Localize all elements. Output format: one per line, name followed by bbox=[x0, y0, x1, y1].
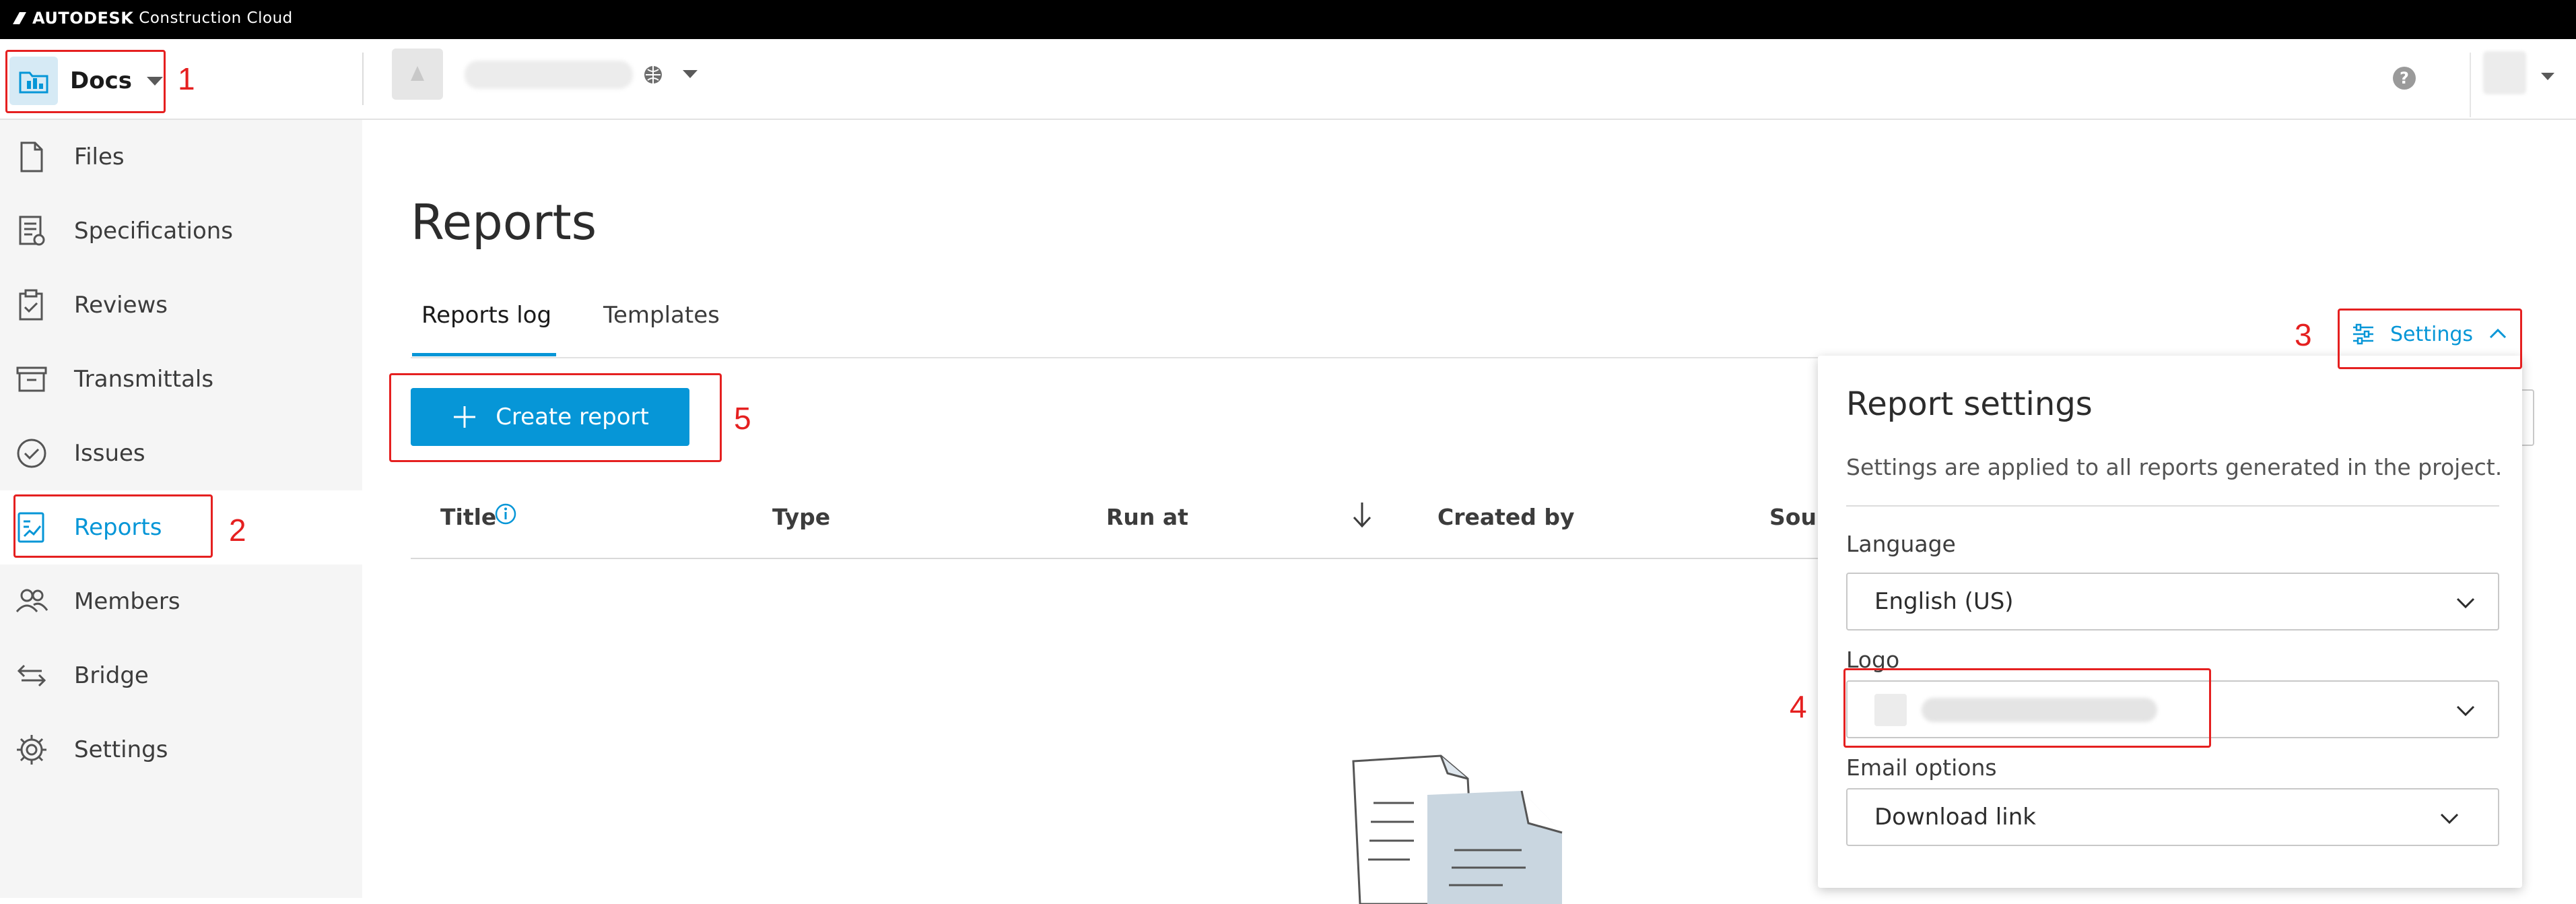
brand-product: Construction Cloud bbox=[139, 9, 293, 27]
annotation-number-4: 4 bbox=[1790, 689, 1807, 724]
sort-descending-icon[interactable] bbox=[1349, 500, 1376, 531]
specifications-icon bbox=[19, 216, 45, 246]
panel-divider bbox=[1846, 505, 2499, 507]
sidebar-item-label: Specifications bbox=[74, 218, 234, 245]
email-options-select[interactable]: Download link bbox=[1846, 788, 2499, 846]
gear-icon bbox=[17, 735, 46, 765]
tab-reports-log[interactable]: Reports log bbox=[421, 302, 551, 344]
transmittal-icon bbox=[16, 366, 47, 392]
members-icon bbox=[15, 589, 48, 612]
tabs-divider bbox=[411, 357, 1818, 358]
active-tab-indicator bbox=[412, 353, 556, 356]
sidebar-item-bridge[interactable]: Bridge bbox=[0, 639, 362, 713]
sidebar-item-label: Reviews bbox=[74, 292, 168, 319]
report-settings-panel: Report settings Settings are applied to … bbox=[1818, 356, 2522, 888]
project-caret-down-icon[interactable] bbox=[683, 70, 698, 78]
project-image-icon bbox=[411, 66, 424, 81]
user-avatar[interactable] bbox=[2483, 51, 2526, 94]
language-select[interactable]: English (US) bbox=[1846, 573, 2499, 631]
user-caret-down-icon[interactable] bbox=[2541, 73, 2554, 80]
empty-state-illustration bbox=[1352, 754, 1563, 904]
annotation-box-5 bbox=[389, 373, 722, 462]
page-title: Reports bbox=[411, 194, 597, 251]
sidebar-item-reviews[interactable]: Reviews bbox=[0, 268, 362, 342]
annotation-number-3: 3 bbox=[2295, 317, 2312, 352]
tab-templates[interactable]: Templates bbox=[603, 302, 720, 344]
column-header-type[interactable]: Type bbox=[772, 504, 830, 530]
app-header bbox=[0, 39, 2576, 120]
sidebar-item-settings[interactable]: Settings bbox=[0, 713, 362, 787]
annotation-box-4 bbox=[1843, 668, 2211, 748]
chevron-down-icon bbox=[2456, 705, 2475, 717]
autodesk-mark-icon bbox=[13, 12, 26, 24]
language-value: English (US) bbox=[1874, 588, 2014, 615]
header-divider-right bbox=[2470, 53, 2471, 117]
brand-name: AUTODESK bbox=[32, 9, 134, 28]
email-options-label: Email options bbox=[1846, 754, 1997, 781]
bridge-icon bbox=[17, 664, 46, 687]
clipboard-icon bbox=[19, 289, 43, 321]
globe-icon bbox=[644, 66, 662, 84]
annotation-box-2 bbox=[13, 494, 213, 558]
annotation-number-1: 1 bbox=[178, 61, 195, 96]
sidebar-item-label: Members bbox=[74, 588, 180, 615]
sidebar-item-label: Settings bbox=[74, 736, 168, 763]
top-brand-bar bbox=[0, 0, 2576, 39]
column-header-run-at[interactable]: Run at bbox=[1106, 504, 1188, 530]
sidebar-item-label: Files bbox=[74, 143, 125, 170]
header-divider bbox=[362, 53, 364, 105]
sidebar-item-label: Bridge bbox=[74, 662, 149, 689]
reports-table-header: Title Type Run at Created by Sour bbox=[411, 484, 1827, 559]
project-thumbnail[interactable] bbox=[392, 49, 443, 100]
annotation-number-2: 2 bbox=[229, 513, 246, 548]
annotation-number-5: 5 bbox=[734, 401, 751, 436]
language-label: Language bbox=[1846, 531, 1956, 557]
column-header-created-by[interactable]: Created by bbox=[1437, 504, 1575, 530]
file-icon bbox=[20, 141, 43, 172]
sidebar-item-label: Issues bbox=[74, 440, 145, 467]
chevron-down-icon bbox=[2440, 813, 2459, 825]
panel-title: Report settings bbox=[1846, 385, 2093, 423]
autodesk-logo[interactable]: AUTODESK Construction Cloud bbox=[12, 9, 293, 28]
help-icon[interactable]: ? bbox=[2392, 66, 2416, 90]
chevron-down-icon bbox=[2456, 598, 2475, 609]
project-name[interactable] bbox=[465, 61, 633, 89]
sidebar-item-members[interactable]: Members bbox=[0, 564, 362, 639]
sidebar-item-files[interactable]: Files bbox=[0, 120, 362, 194]
email-options-value: Download link bbox=[1874, 804, 2036, 831]
check-circle-icon bbox=[17, 439, 46, 468]
svg-text:?: ? bbox=[2400, 69, 2409, 88]
sidebar-item-issues[interactable]: Issues bbox=[0, 416, 362, 490]
sidebar-item-specifications[interactable]: Specifications bbox=[0, 194, 362, 268]
annotation-box-3 bbox=[2338, 309, 2522, 369]
column-header-title[interactable]: Title bbox=[440, 504, 496, 530]
annotation-box-1 bbox=[5, 50, 166, 113]
sidebar-item-transmittals[interactable]: Transmittals bbox=[0, 342, 362, 416]
sidebar-item-label: Transmittals bbox=[74, 366, 214, 393]
info-icon[interactable] bbox=[494, 503, 517, 525]
panel-description: Settings are applied to all reports gene… bbox=[1846, 454, 2503, 480]
